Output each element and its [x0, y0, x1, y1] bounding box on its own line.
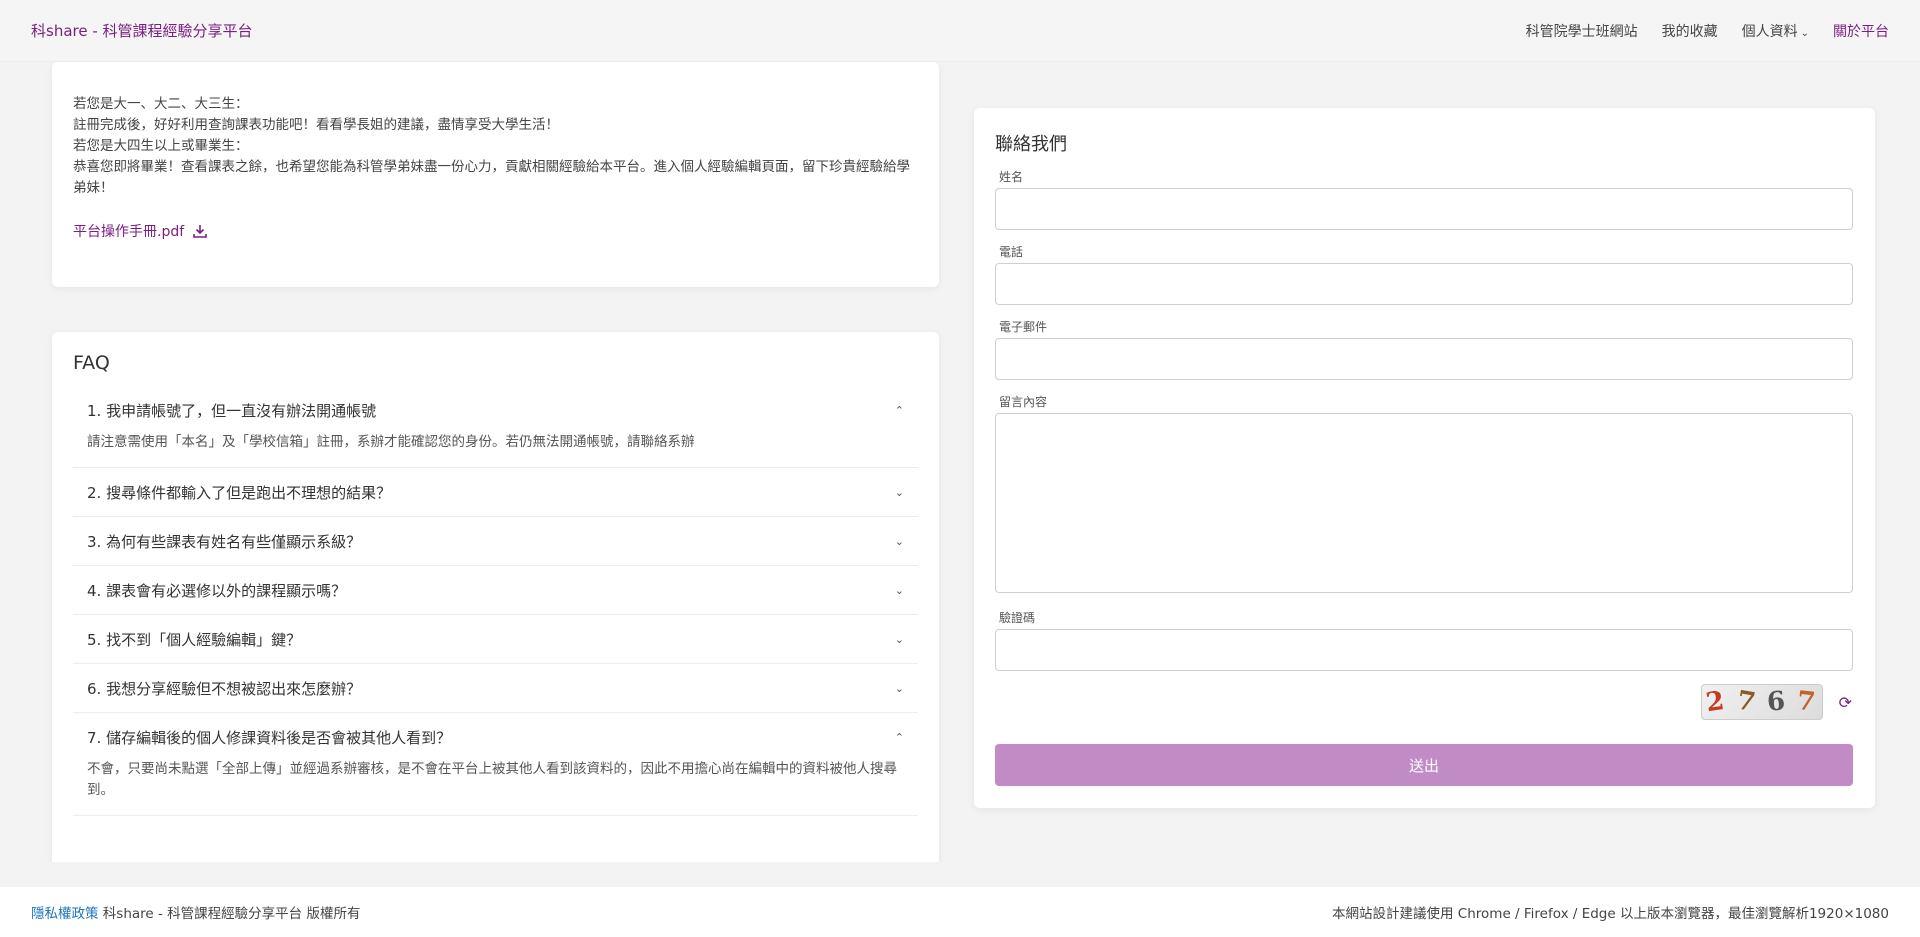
name-field[interactable]	[995, 188, 1853, 230]
faq-item: 4. 課表會有必選修以外的課程顯示嗎？ ⌄	[73, 566, 918, 615]
phone-field[interactable]	[995, 263, 1853, 305]
footer-left: 隱私權政策 科share - 科管課程經驗分享平台 版權所有	[31, 902, 360, 922]
faq-list: 1. 我申請帳號了，但一直沒有辦法開通帳號 ⌃ 請注意需使用「本名」及「學校信箱」註…	[73, 386, 918, 816]
faq-answer: 不會，只要尚未點選「全部上傳」並經過系辦審核，是不會在平台上被其他人看到該資料的…	[87, 761, 897, 798]
chevron-down-icon: ⌄	[894, 632, 904, 646]
faq-item: 6. 我想分享經驗但不想被認出來怎麼辦？ ⌄	[73, 664, 918, 713]
email-field[interactable]	[995, 338, 1853, 380]
email-label: 電子郵件	[999, 320, 1048, 334]
captcha-input[interactable]	[995, 629, 1853, 671]
download-icon	[193, 225, 207, 238]
faq-question-text: 4. 課表會有必選修以外的課程顯示嗎？	[87, 581, 347, 600]
faq-title: FAQ	[73, 352, 110, 374]
usage-line: 註冊完成後，好好利用查詢課表功能吧！看看學長姐的建議，盡情享受大學生活！	[73, 117, 559, 133]
usage-card: 若您是大一、大二、大三生： 註冊完成後，好好利用查詢課表功能吧！看看學長姐的建議，…	[52, 62, 939, 287]
chevron-down-icon: ⌄	[894, 534, 904, 548]
chevron-down-icon: ⌄	[894, 681, 904, 695]
top-navbar: 科share - 科管課程經驗分享平台 科管院學士班網站 我的收藏 個人資料 ⌄ …	[0, 0, 1920, 62]
captcha-char: 6	[1765, 686, 1788, 718]
faq-question-text: 2. 搜尋條件都輸入了但是跑出不理想的結果？	[87, 483, 392, 502]
captcha-char: 7	[1795, 686, 1819, 718]
phone-label: 電話	[999, 245, 1024, 259]
usage-line: 若您是大一、大二、大三生：	[73, 96, 249, 112]
faq-item: 1. 我申請帳號了，但一直沒有辦法開通帳號 ⌃ 請注意需使用「本名」及「學校信箱」註…	[73, 386, 918, 468]
submit-button[interactable]: 送出	[995, 744, 1853, 786]
faq-item: 7. 儲存編輯後的個人修課資料後是否會被其他人看到？ ⌃ 不會，只要尚未點選「全部上…	[73, 713, 918, 816]
chevron-down-icon: ⌄	[894, 485, 904, 499]
captcha-image: 2767	[1700, 684, 1823, 720]
faq-question-text: 3. 為何有些課表有姓名有些僅顯示系級？	[87, 532, 362, 551]
chevron-up-icon: ⌃	[894, 403, 904, 417]
chevron-down-icon: ⌄	[1800, 27, 1809, 39]
manual-pdf-label: 平台操作手冊.pdf	[73, 224, 185, 240]
faq-question[interactable]: 5. 找不到「個人經驗編輯」鍵？ ⌄	[73, 615, 918, 663]
faq-question-text: 5. 找不到「個人經驗編輯」鍵？	[87, 630, 302, 649]
faq-question-text: 6. 我想分享經驗但不想被認出來怎麼辦？	[87, 679, 362, 698]
faq-question[interactable]: 1. 我申請帳號了，但一直沒有辦法開通帳號 ⌃	[73, 386, 918, 434]
manual-pdf-link[interactable]: 平台操作手冊.pdf	[73, 221, 208, 241]
message-textarea[interactable]	[995, 413, 1853, 593]
faq-question[interactable]: 2. 搜尋條件都輸入了但是跑出不理想的結果？ ⌄	[73, 468, 918, 516]
footer: 隱私權政策 科share - 科管課程經驗分享平台 版權所有 本網站設計建議使用…	[0, 887, 1920, 937]
captcha-label: 驗證碼	[999, 611, 1036, 625]
usage-line: 恭喜您即將畢業！查看課表之餘，也希望您能為科管學弟妹盡一份心力，貢獻相關經驗給本…	[73, 159, 910, 196]
faq-question[interactable]: 6. 我想分享經驗但不想被認出來怎麼辦？ ⌄	[73, 664, 918, 712]
nav-link-profile-dropdown[interactable]: 個人資料 ⌄	[1742, 21, 1809, 41]
contact-title: 聯絡我們	[995, 134, 1067, 155]
message-label: 留言內容	[999, 395, 1048, 409]
contact-card: 聯絡我們 姓名 電話 電子郵件 留言內容 驗證碼 2767 ⟳ 送出	[974, 108, 1875, 808]
nav-link-profile-label: 個人資料	[1741, 23, 1798, 40]
faq-item: 5. 找不到「個人經驗編輯」鍵？ ⌄	[73, 615, 918, 664]
nav-link-about[interactable]: 關於平台	[1833, 21, 1889, 41]
chevron-up-icon: ⌃	[894, 730, 904, 744]
copyright-text: 科share - 科管課程經驗分享平台 版權所有	[102, 906, 361, 922]
faq-question-text: 1. 我申請帳號了，但一直沒有辦法開通帳號	[87, 401, 377, 420]
nav-link-program-site[interactable]: 科管院學士班網站	[1526, 21, 1638, 41]
usage-text: 若您是大一、大二、大三生： 註冊完成後，好好利用查詢課表功能吧！看看學長姐的建議，…	[73, 94, 918, 199]
main-content[interactable]: 若您是大一、大二、大三生： 註冊完成後，好好利用查詢課表功能吧！看看學長姐的建議，…	[0, 62, 1920, 862]
captcha-char: 7	[1734, 685, 1760, 719]
captcha-row: 2767 ⟳	[995, 684, 1854, 720]
refresh-icon[interactable]: ⟳	[1839, 693, 1852, 712]
usage-line: 若您是大四生以上或畢業生：	[73, 138, 249, 154]
browser-note: 本網站設計建議使用 Chrome / Firefox / Edge 以上版本瀏覽…	[1332, 906, 1889, 922]
faq-question[interactable]: 3. 為何有些課表有姓名有些僅顯示系級？ ⌄	[73, 517, 918, 565]
chevron-down-icon: ⌄	[894, 583, 904, 597]
brand-logo-text[interactable]: 科share - 科管課程經驗分享平台	[31, 20, 253, 41]
faq-question[interactable]: 4. 課表會有必選修以外的課程顯示嗎？ ⌄	[73, 566, 918, 614]
faq-item: 3. 為何有些課表有姓名有些僅顯示系級？ ⌄	[73, 517, 918, 566]
captcha-char: 2	[1704, 685, 1729, 719]
nav-link-favorites[interactable]: 我的收藏	[1662, 21, 1718, 41]
privacy-policy-link[interactable]: 隱私權政策	[31, 906, 99, 922]
nav-links: 科管院學士班網站 我的收藏 個人資料 ⌄ 關於平台	[1526, 21, 1889, 41]
faq-item: 2. 搜尋條件都輸入了但是跑出不理想的結果？ ⌄	[73, 468, 918, 517]
faq-question-text: 7. 儲存編輯後的個人修課資料後是否會被其他人看到？	[87, 728, 452, 747]
faq-card: FAQ 1. 我申請帳號了，但一直沒有辦法開通帳號 ⌃ 請注意需使用「本名」及「學校…	[52, 332, 939, 862]
faq-answer: 請注意需使用「本名」及「學校信箱」註冊，系辦才能確認您的身份。若仍無法開通帳號，…	[87, 434, 695, 450]
faq-question[interactable]: 7. 儲存編輯後的個人修課資料後是否會被其他人看到？ ⌃	[73, 713, 918, 761]
name-label: 姓名	[999, 170, 1024, 184]
